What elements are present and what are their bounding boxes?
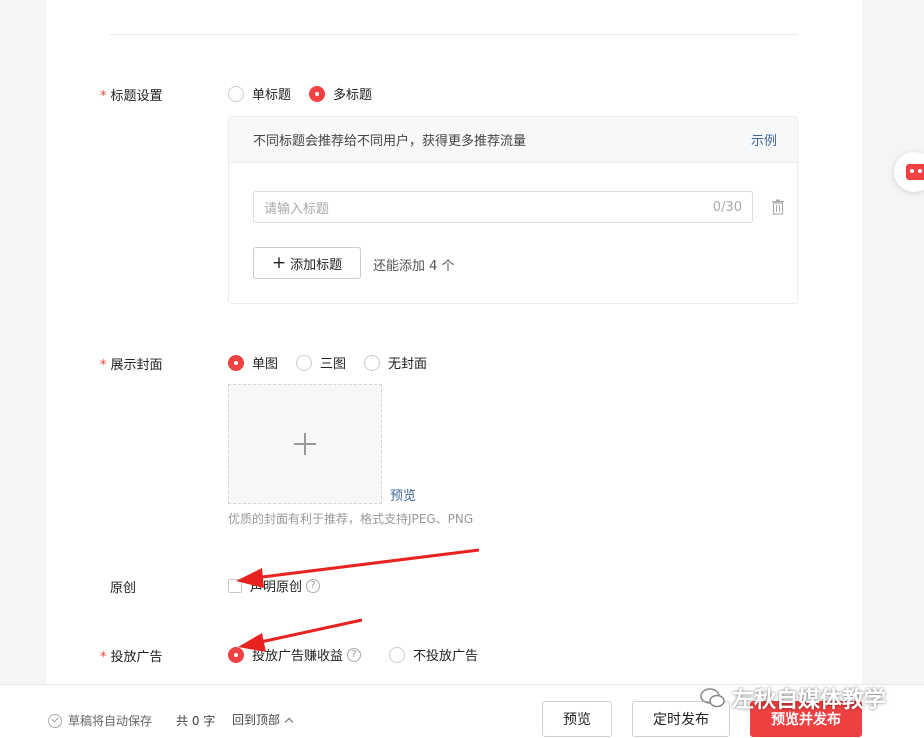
radio-dot-selected (228, 354, 244, 371)
watermark: 左秋自媒体教学 (700, 682, 886, 714)
back-to-top-link[interactable]: 回到顶部 (232, 711, 294, 728)
radio-disable-ads[interactable]: 不投放广告 (389, 645, 478, 664)
question-circle-icon[interactable]: ? (347, 647, 362, 662)
add-title-tip: 还能添加 4 个 (373, 259, 455, 274)
radio-dot (364, 354, 381, 371)
example-link[interactable]: 示例 (751, 130, 777, 149)
title-char-count: 0/30 (712, 199, 742, 215)
original-checkbox-row: 声明原创 ? (228, 576, 338, 595)
autosave-status: 草稿将自动保存 (48, 712, 152, 729)
cover-label: * 展示封面 (100, 358, 163, 373)
check-circle-icon (48, 713, 62, 728)
radio-dot (228, 85, 244, 102)
required-mark: * (100, 650, 107, 665)
title-hint-text: 不同标题会推荐给不同用户，获得更多推荐流量 (253, 134, 527, 149)
multi-title-panel: 不同标题会推荐给不同用户，获得更多推荐流量 示例 请输入标题 0/30 + 添加… (228, 116, 798, 304)
required-mark: * (100, 358, 107, 373)
add-image-icon (294, 433, 316, 455)
radio-dot (296, 354, 313, 371)
cover-tip: 优质的封面有利于推荐，格式支持JPEG、PNG (228, 512, 474, 526)
plus-icon: + (271, 252, 287, 273)
wechat-icon (700, 688, 725, 708)
trash-icon[interactable] (771, 199, 785, 215)
radio-single-image[interactable]: 单图 (228, 353, 278, 372)
chevron-up-icon (284, 717, 294, 727)
title-input-placeholder: 请输入标题 (264, 201, 330, 217)
declare-original-checkbox[interactable]: 声明原创 ? (228, 576, 321, 595)
cover-radio-group: 单图 三图 无封面 (228, 353, 445, 372)
cover-preview-link[interactable]: 预览 (390, 485, 416, 504)
original-label: 原创 (110, 581, 137, 596)
radio-enable-ads[interactable]: 投放广告赚收益 ? (228, 645, 362, 664)
robot-face (906, 164, 924, 180)
title-input[interactable]: 请输入标题 0/30 (253, 191, 753, 223)
radio-no-cover[interactable]: 无封面 (364, 353, 427, 372)
question-circle-icon[interactable]: ? (306, 578, 321, 593)
ads-label: * 投放广告 (100, 650, 163, 665)
title-mode-radio-group: 单标题 多标题 (228, 84, 390, 103)
word-count: 共 0 字 (176, 714, 216, 728)
title-settings-label: * 标题设置 (100, 89, 163, 104)
preview-button[interactable]: 预览 (542, 701, 612, 737)
add-title-button[interactable]: + 添加标题 (253, 247, 361, 279)
title-hint-bar: 不同标题会推荐给不同用户，获得更多推荐流量 示例 (229, 117, 797, 163)
radio-single-title[interactable]: 单标题 (228, 84, 291, 103)
radio-three-images[interactable]: 三图 (296, 353, 346, 372)
robot-assistant-icon[interactable] (894, 152, 924, 192)
radio-dot-selected (228, 646, 244, 663)
ads-radio-group: 投放广告赚收益 ? 不投放广告 (228, 645, 496, 664)
editor-card (46, 0, 862, 738)
radio-dot (389, 646, 406, 663)
radio-multi-title[interactable]: 多标题 (309, 84, 372, 103)
checkbox-box (228, 578, 242, 593)
divider (110, 34, 798, 35)
required-mark: * (100, 89, 107, 104)
cover-upload-box[interactable] (228, 384, 382, 504)
radio-dot-selected (309, 85, 326, 102)
